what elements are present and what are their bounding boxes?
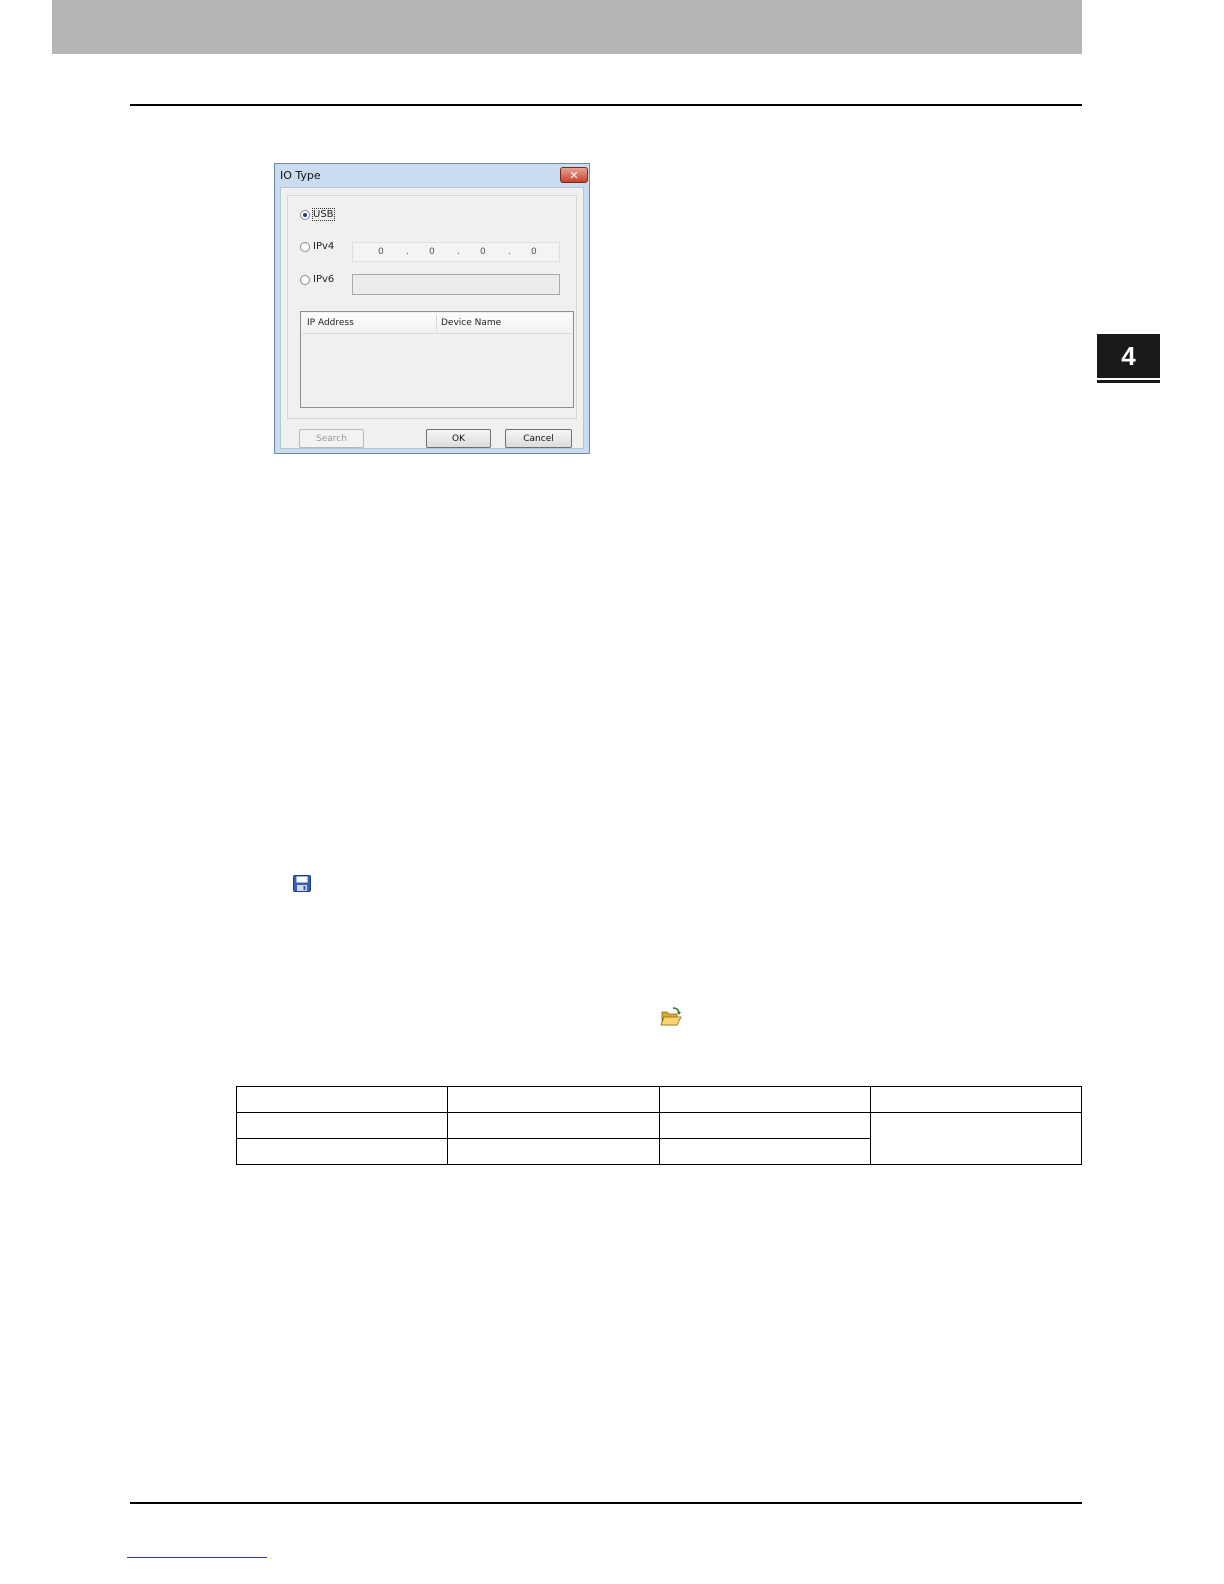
table-cell [235, 1086, 449, 1113]
column-device-name[interactable]: Device Name [441, 318, 501, 328]
dialog-body: USB IPv4 0 . 0 . 0 . 0 IPv6 IP Address D… [280, 187, 584, 449]
table-cell [658, 1138, 871, 1165]
header-rule [130, 104, 1082, 106]
table-cell-merged [869, 1112, 1083, 1165]
device-list[interactable]: IP Address Device Name [300, 311, 574, 408]
search-button[interactable]: Search [299, 429, 364, 448]
ipv4-option[interactable]: IPv4 [300, 241, 334, 252]
ipv6-label: IPv6 [313, 274, 335, 285]
ipv4-dot-2: . [457, 247, 460, 257]
dialog-titlebar: IO Type ✕ [275, 164, 589, 187]
table-cell [447, 1086, 660, 1113]
close-icon: ✕ [569, 168, 579, 182]
connection-group: USB IPv4 0 . 0 . 0 . 0 IPv6 IP Address D… [287, 195, 577, 419]
io-type-dialog: IO Type ✕ USB IPv4 0 . 0 . 0 . 0 IPv6 IP… [274, 163, 590, 454]
ipv4-octet-4: 0 [531, 247, 537, 257]
close-button[interactable]: ✕ [560, 167, 588, 183]
usb-option[interactable]: USB [300, 208, 335, 221]
cancel-button[interactable]: Cancel [505, 429, 572, 448]
table-row [235, 1112, 1083, 1165]
ipv4-label: IPv4 [313, 241, 335, 252]
ipv4-address-field[interactable]: 0 . 0 . 0 . 0 [352, 242, 560, 262]
table-cell [447, 1138, 660, 1165]
table-cell [447, 1112, 660, 1139]
usb-radio[interactable] [300, 209, 310, 220]
ok-button[interactable]: OK [426, 429, 491, 448]
ipv6-address-field[interactable] [352, 274, 560, 295]
header-band [52, 0, 1082, 54]
device-list-header: IP Address Device Name [302, 313, 572, 334]
footer-link-underline[interactable] [127, 1557, 267, 1558]
table-cell [658, 1086, 871, 1113]
ipv6-option[interactable]: IPv6 [300, 274, 334, 285]
column-separator [436, 315, 437, 331]
column-ip-address[interactable]: IP Address [307, 318, 354, 328]
table-cell [235, 1112, 449, 1139]
chapter-tab: 4 [1097, 334, 1160, 378]
ipv4-octet-2: 0 [429, 247, 435, 257]
settings-table [235, 1086, 1083, 1165]
table-cell [235, 1138, 449, 1165]
table-cell [869, 1086, 1083, 1113]
chapter-tab-underline [1097, 380, 1160, 383]
ipv6-radio[interactable] [300, 274, 310, 285]
ipv4-dot-1: . [406, 247, 409, 257]
ipv4-octet-3: 0 [480, 247, 486, 257]
usb-label: USB [312, 208, 335, 221]
table-cell [658, 1112, 871, 1139]
footer-rule [130, 1502, 1082, 1504]
ipv4-radio[interactable] [300, 241, 310, 252]
floppy-disk-icon [293, 875, 311, 892]
ipv4-octet-1: 0 [378, 247, 384, 257]
open-folder-icon [660, 1007, 682, 1026]
ipv4-dot-3: . [508, 247, 511, 257]
table-row [235, 1086, 1083, 1113]
dialog-title: IO Type [280, 169, 321, 182]
